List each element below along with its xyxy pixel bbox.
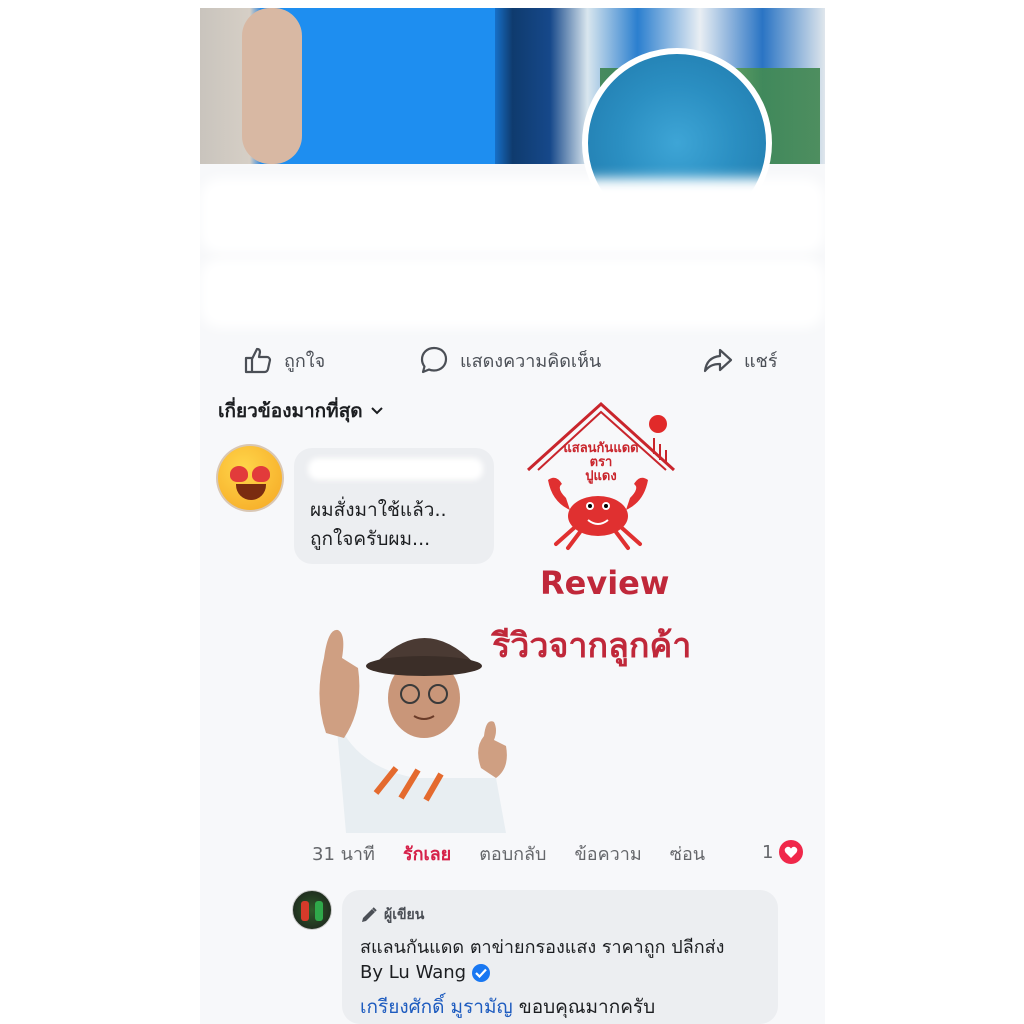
commenter-avatar[interactable]	[216, 444, 284, 512]
comment-button[interactable]: แสดงความคิดเห็น	[418, 338, 601, 382]
love-reaction-button[interactable]: รักเลย	[403, 839, 451, 868]
reply-button[interactable]: ตอบกลับ	[479, 839, 546, 868]
facebook-post: ถูกใจ แสดงความคิดเห็น แชร์ เกี่ยวข้องมาก…	[200, 8, 825, 1024]
author-badge: ผู้เขียน	[360, 904, 424, 926]
comment-time: 31 นาที	[312, 843, 375, 865]
redacted-area	[200, 258, 825, 328]
thumbs-up-avatar-sticker	[306, 618, 536, 833]
reply-message: ขอบคุณมากครับ	[512, 996, 656, 1018]
comment-meta: 31 นาที รักเลย ตอบกลับ ข้อความ ซ่อน	[312, 838, 733, 868]
chevron-down-icon	[370, 407, 383, 415]
heart-eyes-emoji-icon	[218, 446, 282, 510]
sort-label: เกี่ยวข้องมากที่สุด	[218, 400, 363, 422]
logo-line-2: ตรา	[589, 455, 613, 470]
comment-label: แสดงความคิดเห็น	[460, 350, 602, 372]
comment-sort-dropdown[interactable]: เกี่ยวข้องมากที่สุด	[218, 396, 383, 426]
avatar-thumbs-up-icon	[319, 629, 507, 833]
shop-logo: แสลนกันแดด ตรา ปูแดง	[526, 398, 676, 558]
message-button[interactable]: ข้อความ	[574, 839, 641, 868]
post-actions: ถูกใจ แสดงความคิดเห็น แชร์	[200, 338, 825, 382]
pencil-icon	[362, 907, 377, 922]
hide-button[interactable]: ซ่อน	[670, 839, 705, 868]
heart-reaction-icon	[779, 840, 804, 864]
post-photo[interactable]	[200, 8, 825, 238]
reaction-count: 1	[762, 841, 774, 863]
comment-bubble: ผมสั่งมาใช้แล้ว.. ถูกใจครับผม...	[294, 448, 494, 564]
page-subname: By Lu Wang	[360, 962, 491, 983]
like-label: ถูกใจ	[284, 350, 326, 372]
redacted-commenter-name	[308, 458, 483, 480]
logo-text: แสลนกันแดด ตรา ปูแดง	[546, 442, 656, 484]
redacted-area	[200, 178, 825, 254]
share-icon	[703, 348, 733, 373]
review-title-en: Review	[540, 564, 670, 602]
photo-arm	[242, 8, 302, 164]
verified-badge-icon	[472, 963, 491, 982]
author-badge-label: ผู้เขียน	[384, 907, 425, 923]
share-button[interactable]: แชร์	[702, 338, 778, 382]
comment-icon	[420, 346, 448, 374]
comment-text: ผมสั่งมาใช้แล้ว.. ถูกใจครับผม...	[310, 499, 447, 550]
like-button[interactable]: ถูกใจ	[242, 338, 325, 382]
reply-text: เกรียงศักดิ์ มูรามัญ ขอบคุณมากครับ	[360, 992, 655, 1022]
page-name[interactable]: สแลนกันแดด ตาข่ายกรองแสง ราคาถูก ปลีกส่ง	[360, 932, 724, 961]
reaction-summary[interactable]: 1	[762, 840, 804, 864]
author-reply-bubble: ผู้เขียน สแลนกันแดด ตาข่ายกรองแสง ราคาถู…	[342, 890, 778, 1024]
page-byline: By Lu Wang	[360, 962, 467, 983]
logo-line-1: แสลนกันแดด	[563, 441, 639, 456]
user-mention-link[interactable]: เกรียงศักดิ์ มูรามัญ	[360, 996, 513, 1018]
share-label: แชร์	[744, 350, 778, 372]
thumbs-up-icon	[244, 347, 272, 374]
page-avatar[interactable]	[292, 890, 332, 930]
logo-line-3: ปูแดง	[585, 469, 617, 484]
